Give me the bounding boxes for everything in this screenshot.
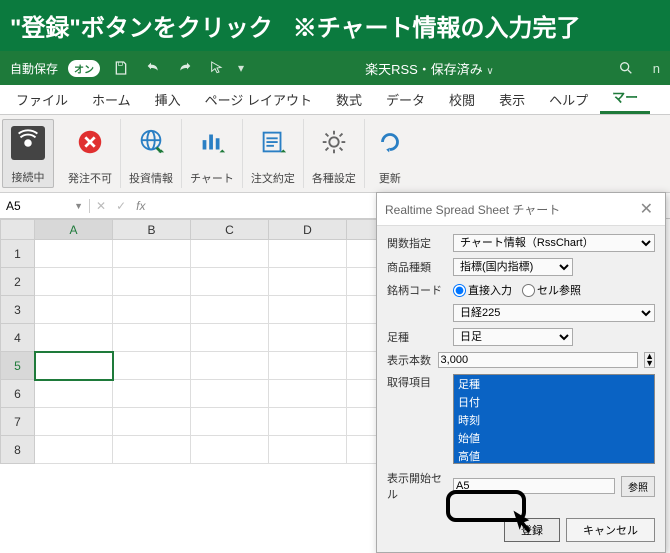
active-cell[interactable] bbox=[35, 352, 113, 380]
count-label: 表示本数 bbox=[387, 352, 432, 368]
col-header[interactable]: C bbox=[191, 220, 269, 240]
settings-button[interactable]: 各種設定 bbox=[304, 119, 365, 188]
close-icon[interactable]: ✕ bbox=[636, 199, 657, 219]
instruction-banner: "登録"ボタンをクリック ※チャート情報の入力完了 bbox=[0, 0, 670, 51]
row-header[interactable]: 5 bbox=[1, 352, 35, 380]
select-all-corner[interactable] bbox=[1, 220, 35, 240]
row-header[interactable]: 7 bbox=[1, 408, 35, 436]
radio-cellref[interactable]: セル参照 bbox=[522, 282, 581, 298]
order-button[interactable]: 注文約定 bbox=[243, 119, 304, 188]
ref-button[interactable]: 参照 bbox=[621, 476, 655, 497]
tab-home[interactable]: ホーム bbox=[80, 84, 143, 114]
type-select[interactable]: 指標(国内指標) bbox=[453, 258, 573, 276]
pointer-icon[interactable] bbox=[209, 60, 225, 76]
tab-help[interactable]: ヘルプ bbox=[537, 84, 600, 114]
row-header[interactable]: 3 bbox=[1, 296, 35, 324]
register-button[interactable]: 登録 bbox=[504, 518, 560, 542]
redo-icon[interactable] bbox=[177, 60, 193, 76]
connect-button[interactable]: 接続中 bbox=[2, 119, 54, 188]
tab-view[interactable]: 表示 bbox=[487, 84, 537, 114]
refresh-icon bbox=[373, 125, 407, 159]
tab-formula[interactable]: 数式 bbox=[324, 84, 374, 114]
chart-dialog: Realtime Spread Sheet チャート ✕ 関数指定 チャート情報… bbox=[376, 192, 666, 553]
tab-data[interactable]: データ bbox=[374, 84, 437, 114]
refresh-button[interactable]: 更新 bbox=[365, 119, 415, 188]
items-listbox[interactable]: 足種 日付 時刻 始値 高値 安値 終値 出来高 bbox=[453, 374, 655, 464]
row-header[interactable]: 6 bbox=[1, 380, 35, 408]
truncated-text: n bbox=[653, 61, 660, 76]
dialog-title: Realtime Spread Sheet チャート bbox=[385, 201, 560, 218]
tab-file[interactable]: ファイル bbox=[4, 84, 80, 114]
search-icon[interactable] bbox=[618, 60, 634, 76]
undo-icon[interactable] bbox=[145, 60, 161, 76]
connect-icon bbox=[11, 126, 45, 160]
row-header[interactable]: 2 bbox=[1, 268, 35, 296]
invest-info-button[interactable]: 投資情報 bbox=[121, 119, 182, 188]
radio-direct[interactable]: 直接入力 bbox=[453, 282, 512, 298]
col-header[interactable]: D bbox=[269, 220, 347, 240]
tab-pagelayout[interactable]: ページ レイアウト bbox=[193, 84, 324, 114]
row-header[interactable]: 1 bbox=[1, 240, 35, 268]
func-select[interactable]: チャート情報（RssChart） bbox=[453, 234, 655, 252]
gear-icon bbox=[317, 125, 351, 159]
startcell-label: 表示開始セル bbox=[387, 470, 447, 502]
save-icon[interactable] bbox=[113, 60, 129, 76]
type-label: 商品種類 bbox=[387, 259, 447, 275]
tab-insert[interactable]: 挿入 bbox=[143, 84, 193, 114]
titlebar: 自動保存 オン ▾ 楽天RSS・保存済み ∨ n bbox=[0, 51, 670, 85]
ribbon-tabs: ファイル ホーム 挿入 ページ レイアウト 数式 データ 校閲 表示 ヘルプ マ… bbox=[0, 85, 670, 115]
code-label: 銘柄コード bbox=[387, 282, 447, 298]
spinner-icon[interactable]: ▲▼ bbox=[644, 352, 655, 368]
tab-review[interactable]: 校閲 bbox=[437, 84, 487, 114]
col-header[interactable]: A bbox=[35, 220, 113, 240]
ashi-label: 足種 bbox=[387, 329, 447, 345]
globe-icon bbox=[134, 125, 168, 159]
autosave-toggle[interactable]: オン bbox=[68, 60, 100, 77]
document-title: 楽天RSS・保存済み ∨ bbox=[254, 59, 605, 78]
func-label: 関数指定 bbox=[387, 235, 447, 251]
order-icon bbox=[256, 125, 290, 159]
fx-icon[interactable]: fx bbox=[136, 199, 145, 213]
cancel-button[interactable]: キャンセル bbox=[566, 518, 655, 542]
x-circle-icon bbox=[73, 125, 107, 159]
row-header[interactable]: 4 bbox=[1, 324, 35, 352]
items-label: 取得項目 bbox=[387, 374, 447, 390]
order-disabled-button[interactable]: 発注不可 bbox=[60, 119, 121, 188]
chart-icon bbox=[195, 125, 229, 159]
enter-formula-icon[interactable]: ✓ bbox=[116, 199, 126, 213]
count-input[interactable] bbox=[438, 352, 639, 368]
row-header[interactable]: 8 bbox=[1, 436, 35, 464]
tab-addin[interactable]: マー bbox=[600, 81, 650, 114]
banner-right: ※チャート情報の入力完了 bbox=[293, 8, 581, 43]
autosave-label: 自動保存 bbox=[10, 60, 58, 77]
ribbon-body: 接続中 発注不可 投資情報 チャート 注文約定 各種設定 更新 bbox=[0, 115, 670, 193]
banner-left: "登録"ボタンをクリック bbox=[10, 8, 273, 43]
chart-button[interactable]: チャート bbox=[182, 119, 243, 188]
startcell-input[interactable] bbox=[453, 478, 615, 494]
name-box[interactable]: A5▼ bbox=[0, 199, 90, 213]
col-header[interactable]: B bbox=[113, 220, 191, 240]
code-select[interactable]: 日経225 bbox=[453, 304, 655, 322]
ashi-select[interactable]: 日足 bbox=[453, 328, 573, 346]
cancel-formula-icon[interactable]: ✕ bbox=[96, 199, 106, 213]
